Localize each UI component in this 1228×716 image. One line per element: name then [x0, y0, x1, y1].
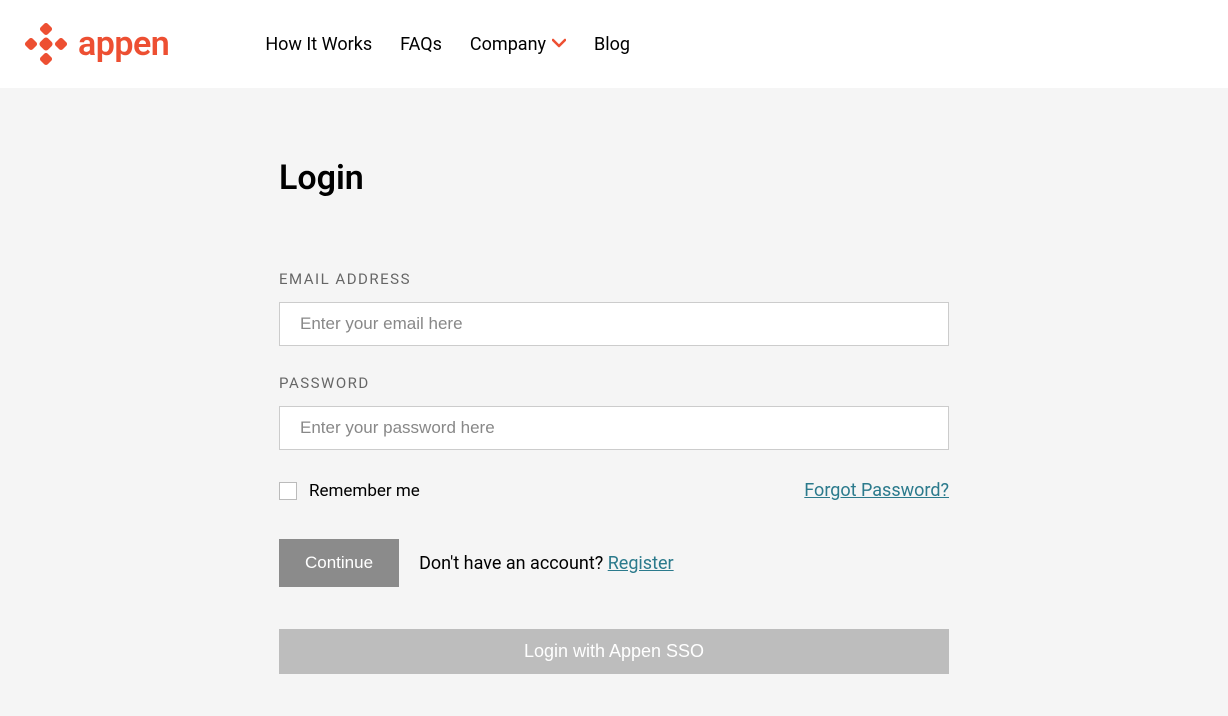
nav-label: FAQs	[400, 34, 442, 55]
page-title: Login	[279, 158, 949, 198]
password-input[interactable]	[279, 406, 949, 450]
login-form: Login EMAIL ADDRESS PASSWORD Remember me…	[278, 158, 950, 674]
brand-logo[interactable]: appen	[24, 22, 169, 66]
site-header: appen How It Works FAQs Company Blog	[0, 0, 1228, 88]
nav-blog[interactable]: Blog	[594, 34, 630, 55]
nav-label: Company	[470, 34, 546, 55]
sso-login-button[interactable]: Login with Appen SSO	[279, 629, 949, 674]
password-label: PASSWORD	[279, 374, 949, 392]
continue-button[interactable]: Continue	[279, 539, 399, 587]
email-input[interactable]	[279, 302, 949, 346]
nav-faqs[interactable]: FAQs	[400, 34, 442, 55]
action-row: Continue Don't have an account? Register	[279, 539, 949, 587]
main-content: Login EMAIL ADDRESS PASSWORD Remember me…	[0, 88, 1228, 716]
remember-me-wrap[interactable]: Remember me	[279, 481, 420, 501]
nav-how-it-works[interactable]: How It Works	[265, 34, 372, 55]
nav-label: Blog	[594, 34, 630, 55]
no-account-text: Don't have an account?	[419, 553, 608, 574]
chevron-down-icon	[552, 36, 566, 52]
remember-label: Remember me	[309, 481, 420, 501]
brand-name: appen	[78, 24, 169, 64]
remember-checkbox[interactable]	[279, 482, 297, 500]
forgot-password-link[interactable]: Forgot Password?	[804, 480, 949, 501]
options-row: Remember me Forgot Password?	[279, 480, 949, 501]
password-group: PASSWORD	[279, 374, 949, 450]
register-prompt: Don't have an account? Register	[419, 553, 674, 574]
nav-company[interactable]: Company	[470, 34, 566, 55]
nav-label: How It Works	[265, 34, 372, 55]
logo-icon	[24, 22, 68, 66]
main-nav: How It Works FAQs Company Blog	[265, 34, 630, 55]
email-group: EMAIL ADDRESS	[279, 270, 949, 346]
register-link[interactable]: Register	[608, 553, 674, 574]
email-label: EMAIL ADDRESS	[279, 270, 949, 288]
